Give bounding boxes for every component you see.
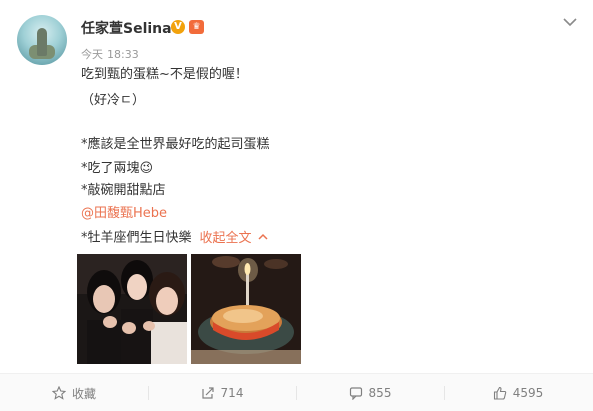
repost-button[interactable]: 714 — [148, 374, 296, 411]
post-text-line: （好冷ㄷ） — [81, 93, 145, 108]
mention-link[interactable]: @田馥甄Hebe — [81, 205, 167, 223]
chevron-up-icon[interactable] — [258, 229, 268, 247]
comment-icon — [349, 387, 362, 400]
post-text-line: *吃了兩塊😉 — [81, 161, 154, 176]
like-count: 4595 — [512, 386, 544, 400]
post-action-bar: 收藏 714 855 4595 — [0, 373, 593, 411]
comment-button[interactable]: 855 — [296, 374, 444, 411]
post-photo-cake[interactable] — [191, 254, 301, 364]
photo-friends-image — [77, 254, 187, 364]
like-button[interactable]: 4595 — [444, 374, 592, 411]
post-meta: 今天 18:33 — [81, 46, 139, 62]
post-text-line: 吃到甄的蛋糕~不是假的喔！ — [81, 67, 248, 82]
avatar[interactable] — [17, 15, 67, 65]
chevron-down-icon[interactable] — [562, 15, 578, 29]
post-photo-friends[interactable] — [77, 254, 187, 364]
time-label[interactable]: 今天 — [81, 48, 103, 61]
photo-cake-image — [191, 254, 301, 364]
repost-count: 714 — [220, 386, 244, 400]
verified-badge-icon: V — [171, 20, 185, 34]
username[interactable]: 任家萱Selina — [81, 18, 172, 38]
weibo-post-card: 任家萱Selina V ♛ 今天 18:33 吃到甄的蛋糕~不是假的喔！ （好冷ㄷ… — [0, 0, 593, 411]
post-text-line: *應該是全世界最好吃的起司蛋糕 — [81, 137, 270, 152]
post-text-line: *敲碗開甜點店 — [81, 183, 166, 198]
thumbs-up-icon — [493, 386, 506, 400]
comment-count: 855 — [368, 386, 392, 400]
avatar-figure — [37, 28, 47, 56]
favorite-label: 收藏 — [71, 386, 96, 401]
star-icon — [51, 386, 66, 400]
repost-icon — [201, 387, 214, 399]
collapse-button[interactable]: 收起全文 — [200, 231, 252, 246]
crown-badge-icon: ♛ — [189, 20, 204, 34]
favorite-button[interactable]: 收藏 — [0, 374, 148, 411]
post-text-line-last: *牡羊座們生日快樂 收起全文 — [81, 229, 268, 248]
post-text-line: *牡羊座們生日快樂 — [81, 230, 192, 246]
time-value[interactable]: 18:33 — [107, 48, 139, 61]
